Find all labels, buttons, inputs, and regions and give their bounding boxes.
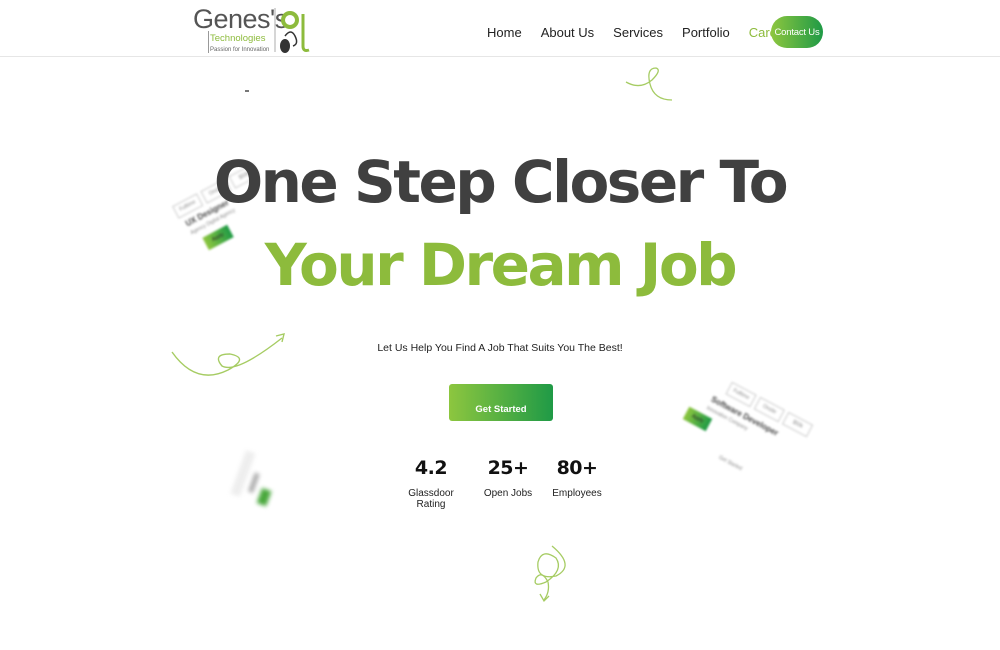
hero-subtitle: Let Us Help You Find A Job That Suits Yo… [377,342,623,354]
stat-employees: 80+ Employees [550,457,604,499]
stat-label: Employees [552,488,602,499]
nav-portfolio[interactable]: Portfolio [682,25,730,40]
card-chip: $50k [781,411,814,438]
job-card-right: Fulltime Onsite $50k Software Developer … [659,368,814,513]
stat-open-jobs: 25+ Open Jobs [482,457,534,499]
main-nav: Home About Us Services Portfolio Career [487,16,807,48]
nav-home[interactable]: Home [487,25,522,40]
squiggle-decoration-top [625,67,673,101]
arrow-squiggle-left [171,333,285,376]
logo[interactable]: Genes's Technologies Passion for Innovat… [193,4,313,54]
hero-title-line2: Your Dream Job [264,231,738,299]
logo-mouse-icon [274,8,310,53]
site-header: Genes's Technologies Passion for Innovat… [0,0,1000,57]
stat-value: 4.2 [414,457,448,479]
hero-title-line1: One Step Closer To [213,148,789,216]
card-bar [248,472,260,494]
get-started-button[interactable]: Get Started [449,384,553,421]
stat-value: 80+ [556,457,598,479]
nav-about-us[interactable]: About Us [541,25,594,40]
card-apply-button [256,487,272,507]
logo-subtitle: Technologies [210,33,266,44]
stat-glassdoor-rating: 4.2 Glassdoor Rating [396,457,466,510]
arrow-squiggle-bottom [534,545,566,603]
dot-decoration [245,90,249,92]
job-card-small [212,440,295,511]
stat-label: Glassdoor Rating [408,488,454,510]
stat-value: 25+ [487,457,529,479]
card-note: Get Started [717,454,743,473]
logo-divider [208,31,209,53]
stat-label: Open Jobs [483,488,533,499]
logo-tagline: Passion for Innovation [210,47,270,53]
contact-us-button[interactable]: Contact Us [771,16,823,48]
nav-services[interactable]: Services [613,25,663,40]
